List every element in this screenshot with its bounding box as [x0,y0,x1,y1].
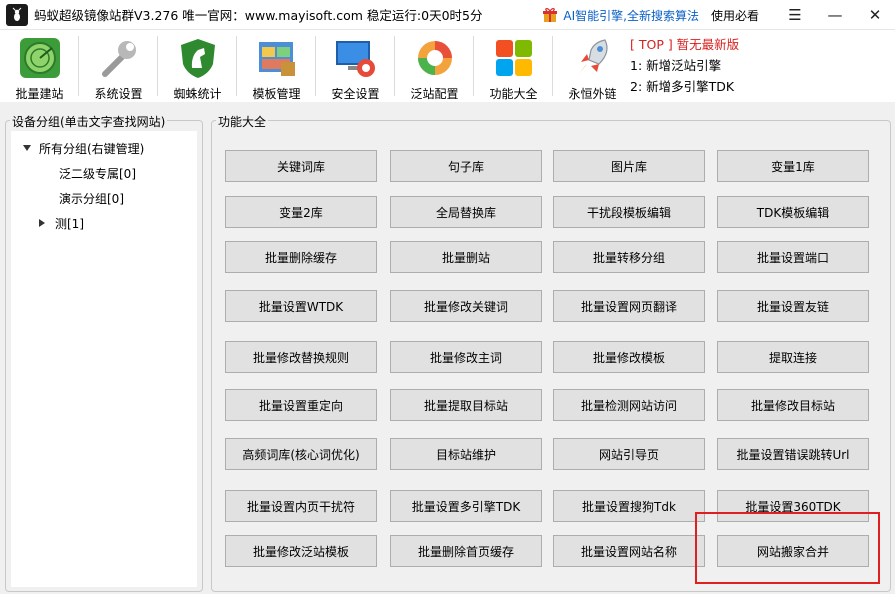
function-button[interactable]: 批量删站 [390,241,542,273]
function-button[interactable]: 图片库 [553,150,705,182]
tree-item-label[interactable]: 演示分组[0] [59,190,124,207]
function-button[interactable]: 目标站维护 [390,438,542,470]
tiles-icon [491,35,537,81]
function-button[interactable]: 变量1库 [717,150,869,182]
tree-item[interactable]: 演示分组[0] [59,188,124,208]
function-button[interactable]: 批量检测网站访问 [553,389,705,421]
tree-item[interactable]: 泛二级专属[0] [59,163,136,183]
toolbar-label: 蜘蛛统计 [173,87,222,101]
permanent-links-button[interactable]: 永恒外链 [553,30,632,102]
highlight-annotation [695,512,880,584]
function-button[interactable]: 批量设置友链 [717,290,869,322]
function-button[interactable]: 批量设置重定向 [225,389,377,421]
close-button[interactable]: ✕ [855,0,895,30]
monitor-lifebuoy-icon [333,35,379,81]
function-button[interactable]: TDK模板编辑 [717,196,869,228]
function-button[interactable]: 提取连接 [717,341,869,373]
group-panel-title: 设备分组(单击文字查找网站) [10,113,168,130]
expand-arrow-icon[interactable] [23,145,31,151]
function-button[interactable]: 全局替换库 [390,196,542,228]
system-settings-button[interactable]: 系统设置 [79,30,158,102]
function-button[interactable]: 批量设置网站名称 [553,535,705,567]
function-button[interactable]: 批量提取目标站 [390,389,542,421]
functions-panel-title: 功能大全 [216,113,269,130]
tree-root-label[interactable]: 所有分组(右键管理) [39,140,144,157]
function-button[interactable]: 干扰段模板编辑 [553,196,705,228]
pan-station-config-button[interactable]: 泛站配置 [395,30,474,102]
function-button[interactable]: 句子库 [390,150,542,182]
tree-item-label[interactable]: 泛二级专属[0] [59,165,136,182]
function-button[interactable]: 高频词库(核心词优化) [225,438,377,470]
menu-icon[interactable]: ☰ [775,0,815,30]
news-item: 2: 新增多引擎TDK [630,79,735,94]
toolbar-label: 安全设置 [331,87,380,101]
function-button[interactable]: 批量设置端口 [717,241,869,273]
minimize-button[interactable]: — [815,0,855,30]
function-button[interactable]: 批量修改目标站 [717,389,869,421]
template-icon [254,35,300,81]
function-button[interactable]: 变量2库 [225,196,377,228]
toolbar-label: 泛站配置 [410,87,459,101]
function-button[interactable]: 批量修改模板 [553,341,705,373]
function-button[interactable]: 批量设置WTDK [225,290,377,322]
group-tree[interactable]: 所有分组(右键管理) 泛二级专属[0] 演示分组[0] 测[1] [11,131,197,587]
function-button[interactable]: 批量修改泛站模板 [225,535,377,567]
news-panel: [ TOP ] 暂无最新版 1: 新增泛站引擎 2: 新增多引擎TDK [630,34,739,97]
gift-icon [543,8,558,22]
all-functions-button[interactable]: 功能大全 [474,30,553,102]
security-settings-button[interactable]: 安全设置 [316,30,395,102]
refresh-globe-icon [412,35,458,81]
function-button[interactable]: 批量转移分组 [553,241,705,273]
toolbar-label: 模板管理 [252,87,301,101]
function-button[interactable]: 批量设置内页干扰符 [225,490,377,522]
function-button[interactable]: 批量删除缓存 [225,241,377,273]
function-button[interactable]: 批量设置搜狗Tdk [553,490,705,522]
function-button[interactable]: 批量修改主词 [390,341,542,373]
window-title: 蚂蚁超级镜像站群V3.276 唯一官网：www.mayisoft.com 稳定运… [34,8,483,23]
toolbar-label: 系统设置 [94,87,143,101]
tree-item-label[interactable]: 测[1] [55,215,84,232]
collapse-arrow-icon[interactable] [39,219,45,227]
toolbar-label: 永恒外链 [568,87,617,101]
rocket-icon [570,35,616,81]
news-item: 1: 新增泛站引擎 [630,58,722,73]
radar-icon [17,35,63,81]
help-link[interactable]: 使用必看 [711,7,759,24]
template-manage-button[interactable]: 模板管理 [237,30,316,102]
function-button[interactable]: 批量设置多引擎TDK [390,490,542,522]
batch-build-button[interactable]: 批量建站 [0,30,79,102]
toolbar-label: 功能大全 [489,87,538,101]
tree-root[interactable]: 所有分组(右键管理) [23,138,144,158]
ant-logo-icon [6,3,28,26]
ai-engine-link[interactable]: AI智能引擎,全新搜索算法 [563,7,699,24]
group-panel: 设备分组(单击文字查找网站) 所有分组(右键管理) 泛二级专属[0] 演示分组[… [5,113,203,592]
spider-stats-button[interactable]: 蜘蛛统计 [158,30,237,102]
function-button[interactable]: 批量设置错误跳转Url [717,438,869,470]
function-button[interactable]: 网站引导页 [553,438,705,470]
wrench-icon [96,35,142,81]
horse-shield-icon [175,35,221,81]
function-button[interactable]: 批量修改关键词 [390,290,542,322]
toolbar-label: 批量建站 [15,87,64,101]
title-bar: 蚂蚁超级镜像站群V3.276 唯一官网：www.mayisoft.com 稳定运… [0,0,895,30]
function-button[interactable]: 批量删除首页缓存 [390,535,542,567]
tree-item[interactable]: 测[1] [39,213,84,233]
function-button[interactable]: 批量修改替换规则 [225,341,377,373]
news-top: [ TOP ] 暂无最新版 [630,37,740,52]
function-button[interactable]: 关键词库 [225,150,377,182]
function-button[interactable]: 批量设置网页翻译 [553,290,705,322]
toolbar: 批量建站 系统设置 蜘蛛统计 模板管理 安全设置 泛站配置 功能大全 永恒外链 [0,30,895,102]
